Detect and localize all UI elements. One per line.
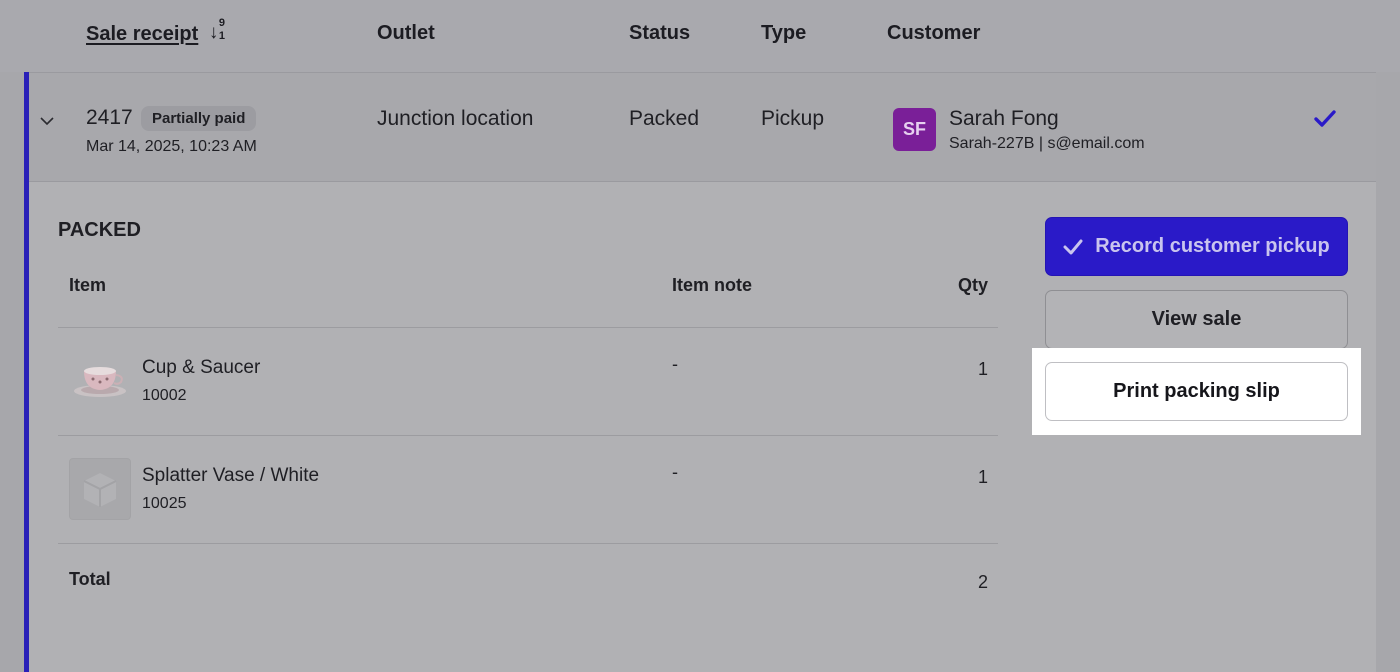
print-packing-slip-button[interactable]: Print packing slip: [1045, 362, 1348, 421]
divider: [58, 543, 998, 544]
type-header: Type: [761, 22, 807, 44]
item-note-column-header: Item note: [672, 275, 753, 295]
receipt-date: Mar 14, 2025, 10:23 AM: [86, 138, 257, 155]
outlet-header: Outlet: [377, 22, 435, 44]
item-qty: 1: [977, 359, 988, 379]
checkmark-icon: [1313, 107, 1337, 131]
type-value: Pickup: [761, 107, 825, 130]
total-label: Total: [69, 569, 111, 589]
receipt-number: 2417: [86, 106, 133, 129]
section-title-packed: PACKED: [58, 219, 141, 241]
item-name: Cup & Saucer: [142, 357, 261, 378]
total-qty: 2: [977, 572, 988, 592]
customer-name: Sarah Fong: [949, 107, 1059, 130]
status-header: Status: [629, 22, 691, 44]
divider: [58, 435, 998, 436]
cup-saucer-thumbnail: [69, 349, 131, 411]
item-note: -: [672, 462, 678, 482]
item-column-header: Item: [69, 275, 107, 295]
item-qty: 1: [977, 467, 988, 487]
sort-descending-icon[interactable]: ↓ 9 1: [208, 17, 230, 44]
status-value: Packed: [629, 107, 700, 130]
item-sku: 10002: [142, 387, 187, 404]
payment-status-badge: Partially paid: [141, 106, 257, 131]
table-header: Sale receipt ↓ 9 1 Outlet Status Type Cu…: [0, 0, 1400, 72]
sale-receipt-sort-link[interactable]: Sale receipt: [86, 23, 198, 45]
qty-column-header: Qty: [957, 275, 988, 295]
avatar: SF: [893, 108, 936, 151]
outlet-value: Junction location: [377, 107, 534, 130]
sale-receipt-header[interactable]: Sale receipt ↓ 9 1: [86, 17, 230, 46]
chevron-down-icon[interactable]: [37, 111, 57, 131]
divider: [58, 327, 998, 328]
record-customer-pickup-label: Record customer pickup: [1095, 235, 1330, 257]
item-note: -: [672, 354, 678, 374]
item-name: Splatter Vase / White: [142, 465, 320, 486]
customer-header: Customer: [887, 22, 981, 44]
view-sale-button[interactable]: View sale: [1045, 290, 1348, 349]
checkmark-icon: [1063, 239, 1083, 254]
record-customer-pickup-button[interactable]: Record customer pickup: [1045, 217, 1348, 276]
sale-summary-row[interactable]: 2417 Partially paid Mar 14, 2025, 10:23 …: [29, 72, 1376, 182]
box-placeholder-icon: [69, 458, 131, 520]
customer-details: Sarah-227B | s@email.com: [949, 135, 1145, 152]
item-sku: 10025: [142, 495, 187, 512]
